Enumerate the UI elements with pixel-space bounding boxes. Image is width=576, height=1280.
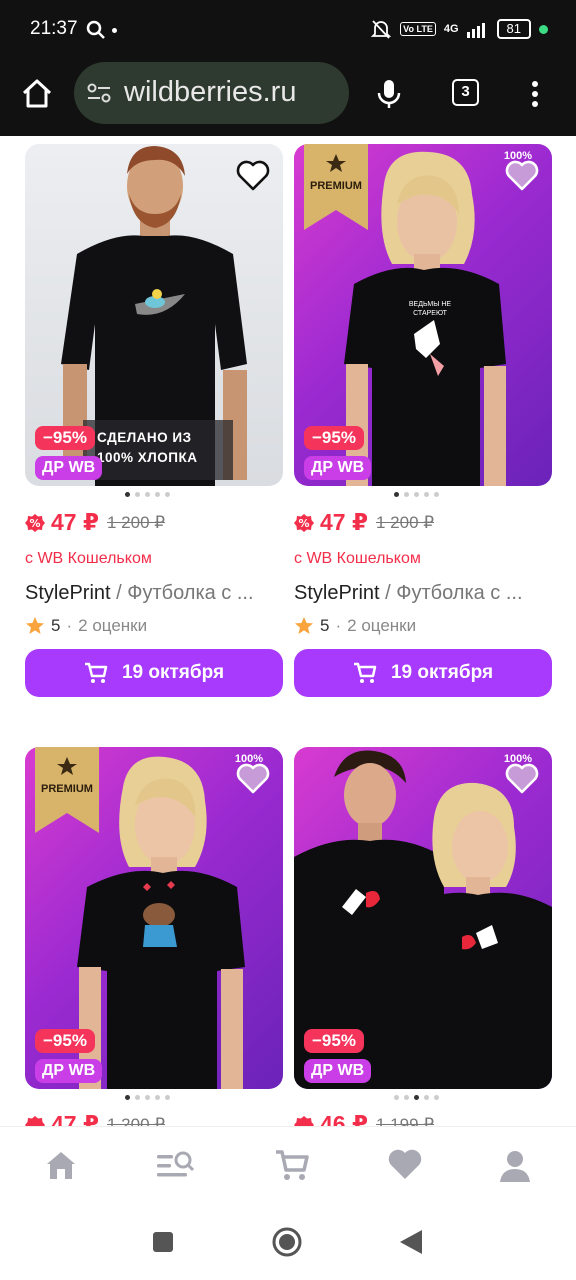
product-card[interactable]: ВЕДЬМЫ НЕ СТАРЕЮТ PREMIUM 100% −95% ДР W… bbox=[294, 144, 552, 704]
cart-icon[interactable] bbox=[274, 1149, 310, 1181]
more-menu-icon[interactable] bbox=[530, 80, 540, 108]
recents-icon[interactable] bbox=[151, 1230, 175, 1254]
favorite-heart-icon[interactable] bbox=[504, 158, 540, 192]
premium-label: PREMIUM bbox=[310, 180, 362, 192]
star-icon bbox=[295, 617, 313, 634]
price-row: 46 ₽ 1 199 ₽ bbox=[294, 1111, 434, 1126]
discount-badge: −95% bbox=[304, 426, 364, 450]
back-icon[interactable] bbox=[398, 1228, 424, 1256]
tabs-button[interactable]: 3 bbox=[452, 79, 479, 106]
product-card[interactable]: 100% −95% ДР WB 46 ₽ 1 199 ₽ bbox=[294, 747, 552, 1126]
wallet-note: с WB Кошельком bbox=[294, 550, 421, 567]
privacy-indicator bbox=[539, 24, 548, 34]
product-title[interactable]: StylePrint / Футболка с ... bbox=[25, 582, 283, 605]
cart-icon bbox=[353, 662, 377, 683]
price-row: % 47 ₽ 1 200 ₽ bbox=[294, 509, 434, 536]
add-to-cart-button[interactable]: 19 октября bbox=[25, 649, 283, 697]
status-bar: 21:37 Vo LTE 4G 81 bbox=[0, 0, 576, 60]
photo-pagination bbox=[125, 1095, 170, 1100]
old-price: 1 200 ₽ bbox=[106, 1114, 166, 1127]
discount-percent-icon: % bbox=[25, 513, 45, 532]
photo-pagination bbox=[125, 492, 170, 497]
home-icon[interactable] bbox=[44, 1149, 78, 1181]
promo-badge: ДР WB bbox=[35, 456, 103, 480]
promo-badge: ДР WB bbox=[304, 1059, 372, 1083]
cart-icon bbox=[84, 662, 108, 683]
mute-bell-icon bbox=[370, 20, 392, 39]
print-text: ВЕДЬМЫ НЕ СТАРЕЮТ bbox=[408, 301, 452, 317]
product-card[interactable]: PREMIUM 100% −95% ДР WB 47 ₽ 1 200 ₽ bbox=[25, 747, 283, 1126]
rating-row: 5 · 2 оценки bbox=[25, 616, 147, 636]
discount-badge: −95% bbox=[35, 426, 95, 450]
favorite-heart-icon[interactable] bbox=[235, 158, 271, 192]
product-photo[interactable]: 100% −95% ДР WB bbox=[294, 747, 552, 1089]
product-grid: СДЕЛАНО ИЗ 100% ХЛОПКА −95% ДР WB % 47 ₽… bbox=[0, 136, 576, 1126]
bottom-navigation bbox=[0, 1126, 576, 1212]
profile-icon[interactable] bbox=[498, 1149, 532, 1183]
volte-badge: Vo LTE bbox=[400, 22, 436, 36]
microphone-icon[interactable] bbox=[376, 78, 402, 110]
discount-badge: −95% bbox=[35, 1029, 95, 1053]
product-photo[interactable]: PREMIUM 100% −95% ДР WB bbox=[25, 747, 283, 1089]
site-settings-icon[interactable] bbox=[86, 82, 112, 104]
rating-row: 5 · 2 оценки bbox=[294, 616, 416, 636]
svg-text:%: % bbox=[29, 517, 40, 530]
search-icon bbox=[86, 20, 105, 39]
favorite-heart-icon[interactable] bbox=[235, 761, 271, 795]
status-time: 21:37 bbox=[30, 18, 78, 39]
wallet-note: с WB Кошельком bbox=[25, 550, 152, 567]
browser-toolbar: wildberries.ru 3 bbox=[0, 60, 576, 136]
discount-percent-icon: % bbox=[294, 513, 314, 532]
price-row: % 47 ₽ 1 200 ₽ bbox=[25, 509, 165, 536]
favorites-icon[interactable] bbox=[388, 1149, 422, 1181]
promo-badge: ДР WB bbox=[35, 1059, 103, 1083]
discount-percent-icon bbox=[294, 1115, 314, 1126]
premium-label: PREMIUM bbox=[41, 783, 93, 795]
discount-badge: −95% bbox=[304, 1029, 364, 1053]
old-price: 1 200 ₽ bbox=[375, 512, 435, 532]
signal-icon bbox=[466, 23, 485, 38]
catalog-search-icon[interactable] bbox=[155, 1149, 195, 1181]
product-photo[interactable]: СДЕЛАНО ИЗ 100% ХЛОПКА −95% ДР WB bbox=[25, 144, 283, 486]
discount-percent-icon bbox=[25, 1115, 45, 1126]
product-title[interactable]: StylePrint / Футболка с ... bbox=[294, 582, 552, 605]
old-price: 1 200 ₽ bbox=[106, 512, 166, 532]
favorite-heart-icon[interactable] bbox=[504, 761, 540, 795]
system-navigation bbox=[0, 1212, 576, 1280]
product-card[interactable]: СДЕЛАНО ИЗ 100% ХЛОПКА −95% ДР WB % 47 ₽… bbox=[25, 144, 283, 704]
home-icon[interactable] bbox=[271, 1226, 303, 1258]
url-text[interactable]: wildberries.ru bbox=[124, 76, 296, 109]
price: 47 ₽ bbox=[51, 1111, 99, 1126]
price-row: 47 ₽ 1 200 ₽ bbox=[25, 1111, 165, 1126]
cotton-overlay: СДЕЛАНО ИЗ 100% ХЛОПКА bbox=[83, 420, 233, 480]
product-photo[interactable]: ВЕДЬМЫ НЕ СТАРЕЮТ PREMIUM 100% −95% ДР W… bbox=[294, 144, 552, 486]
network-type: 4G bbox=[443, 23, 459, 35]
promo-badge: ДР WB bbox=[304, 456, 372, 480]
star-icon bbox=[26, 617, 44, 634]
battery-icon: 81 bbox=[496, 19, 531, 39]
photo-pagination bbox=[394, 492, 439, 497]
price: 47 ₽ bbox=[320, 509, 368, 535]
home-icon[interactable] bbox=[20, 78, 54, 110]
photo-pagination bbox=[394, 1095, 439, 1100]
add-to-cart-button[interactable]: 19 октября bbox=[294, 649, 552, 697]
old-price: 1 199 ₽ bbox=[375, 1114, 435, 1127]
svg-text:%: % bbox=[298, 517, 309, 530]
price: 46 ₽ bbox=[320, 1111, 368, 1126]
notification-dot bbox=[112, 28, 117, 33]
address-bar[interactable]: wildberries.ru bbox=[74, 62, 349, 124]
price: 47 ₽ bbox=[51, 509, 99, 535]
